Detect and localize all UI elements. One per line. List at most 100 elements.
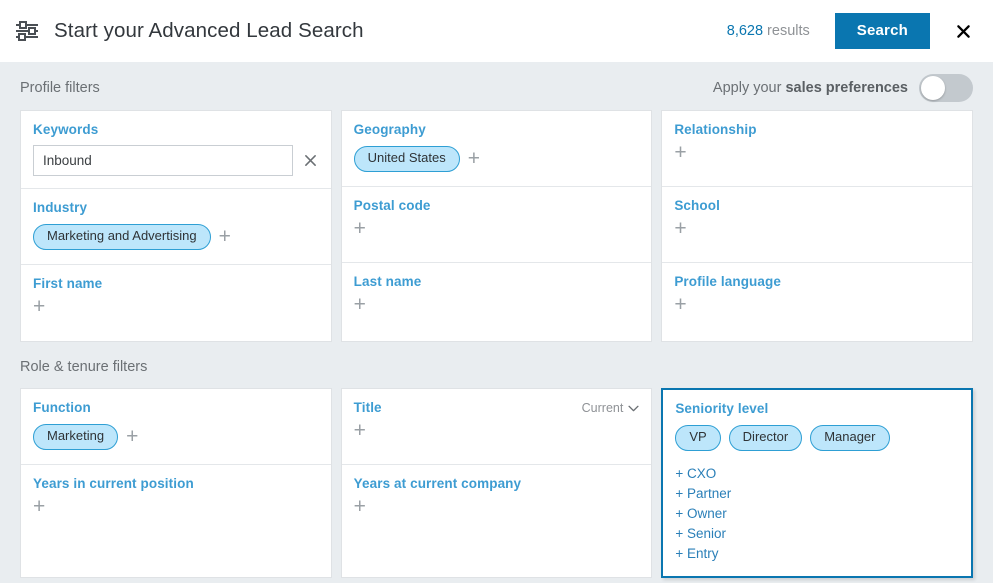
filter-label-last-name: Last name [353,274,422,289]
add-function-icon[interactable]: + [126,426,138,447]
filter-cell-geography[interactable]: Geography United States + [341,111,652,187]
filter-cell-industry[interactable]: Industry Marketing and Advertising + [21,189,331,265]
toggle-knob [921,76,945,100]
filter-cell-school[interactable]: School + [662,187,972,263]
cell-head-seniority-level: Seniority level [675,401,959,416]
keywords-input-row [33,145,319,176]
search-button[interactable]: Search [834,13,930,49]
add-school-icon[interactable]: + [674,218,686,239]
filter-label-industry: Industry [33,200,88,215]
cell-head-postal-code: Postal code [354,198,640,213]
add-years-in-current-position-icon[interactable]: + [33,496,45,517]
suggestion-item[interactable]: + CXO [675,464,959,484]
role-tenure-column-2: Title Current + Years at current company [340,388,653,578]
filter-label-years-in-current-position: Years in current position [33,476,194,491]
sales-preferences-toggle[interactable] [919,74,973,102]
cell-head-first-name: First name [33,276,319,291]
chevron-down-icon [628,405,639,411]
add-first-name-icon[interactable]: + [33,296,45,317]
filter-chip[interactable]: Director [728,425,803,451]
filter-label-school: School [674,198,720,213]
section-title-role-tenure: Role & tenure filters [20,359,148,375]
add-title-icon[interactable]: + [354,420,366,441]
cell-head-years-at-current-company: Years at current company [354,476,640,491]
years-at-current-company-values: + [354,496,640,517]
cell-head-last-name: Last name [354,274,640,289]
filter-cell-relationship[interactable]: Relationship + [662,111,972,187]
filter-cell-title[interactable]: Title Current + [341,389,652,465]
filter-chip[interactable]: VP [675,425,721,451]
filter-cell-seniority-level[interactable]: Seniority level VP Director Manager + CX… [663,390,971,576]
cell-head-industry: Industry [33,200,319,215]
add-postal-code-icon[interactable]: + [354,218,366,239]
filter-sliders-icon [14,19,40,43]
prefs-text-bold: sales preferences [785,80,908,96]
add-geography-icon[interactable]: + [468,148,480,169]
filter-label-keywords: Keywords [33,122,99,137]
results-label: results [767,23,810,39]
relationship-values: + [674,142,960,163]
app-header: Start your Advanced Lead Search 8,628 re… [0,0,993,62]
filter-cell-postal-code[interactable]: Postal code + [341,187,652,263]
close-icon[interactable] [952,20,974,42]
filter-chip[interactable]: United States [353,146,460,172]
add-industry-icon[interactable]: + [219,226,231,247]
profile-filters-column-2: Geography United States + Postal code + … [340,110,653,342]
profile-filters-column-1: Keywords Industry Marketing and Advert [20,110,332,342]
industry-values: Marketing and Advertising + [33,224,319,250]
title-tense-dropdown[interactable]: Current [582,401,640,415]
filter-label-profile-language: Profile language [674,274,781,289]
profile-filters-column-3: Relationship + School + Profile language [661,110,973,342]
suggestion-item[interactable]: + Owner [675,504,959,524]
suggestion-item[interactable]: + Partner [675,484,959,504]
postal-code-values: + [354,218,640,239]
filter-label-postal-code: Postal code [353,198,431,213]
cell-head-geography: Geography [354,122,640,137]
last-name-values: + [354,294,640,315]
add-last-name-icon[interactable]: + [354,294,366,315]
role-tenure-column-1: Function Marketing + Years in current po… [20,388,332,578]
filters-content: Profile filters Apply your sales prefere… [0,62,993,583]
profile-filters-grid: Keywords Industry Marketing and Advert [20,110,973,342]
filter-label-relationship: Relationship [674,122,757,137]
page-title: Start your Advanced Lead Search [54,19,364,42]
title-values: + [354,420,640,441]
header-right-group: 8,628 results Search [727,13,974,49]
add-relationship-icon[interactable]: + [674,142,686,163]
suggestion-item[interactable]: + Senior [675,524,959,544]
filter-label-title: Title [353,400,382,415]
cell-head-function: Function [33,400,319,415]
filter-chip[interactable]: Manager [810,425,890,451]
keywords-input[interactable] [33,145,293,176]
filter-label-seniority-level: Seniority level [675,401,769,416]
add-profile-language-icon[interactable]: + [674,294,686,315]
role-tenure-filters-grid: Function Marketing + Years in current po… [20,388,973,578]
cell-head-years-in-current-position: Years in current position [33,476,319,491]
years-in-current-position-values: + [33,496,319,517]
section-title-profile: Profile filters [20,80,100,96]
filter-cell-years-in-current-position[interactable]: Years in current position + [21,465,331,541]
seniority-level-values: VP Director Manager [675,425,959,451]
sales-preferences-group: Apply your sales preferences [713,74,973,102]
sales-preferences-label: Apply your sales preferences [713,80,908,96]
suggestion-item[interactable]: + Entry [675,544,959,564]
filter-cell-keywords[interactable]: Keywords [21,111,331,189]
section-title-company: Company filters [20,578,973,583]
filter-cell-function[interactable]: Function Marketing + [21,389,331,465]
results-count: 8,628 [726,23,764,39]
cell-head-profile-language: Profile language [674,274,960,289]
keywords-clear-icon[interactable] [302,152,319,169]
header-left-group: Start your Advanced Lead Search [14,19,727,43]
filter-label-first-name: First name [33,276,103,291]
profile-language-values: + [674,294,960,315]
cell-head-school: School [674,198,960,213]
filter-chip[interactable]: Marketing and Advertising [33,224,211,250]
filter-chip[interactable]: Marketing [33,424,119,450]
add-years-at-current-company-icon[interactable]: + [354,496,366,517]
filter-cell-first-name[interactable]: First name + [21,265,331,341]
filter-cell-profile-language[interactable]: Profile language + [662,263,972,339]
filter-label-function: Function [33,400,91,415]
company-filters-header: Company filters [20,578,973,583]
filter-cell-last-name[interactable]: Last name + [342,263,652,339]
filter-cell-years-at-current-company[interactable]: Years at current company + [342,465,652,541]
